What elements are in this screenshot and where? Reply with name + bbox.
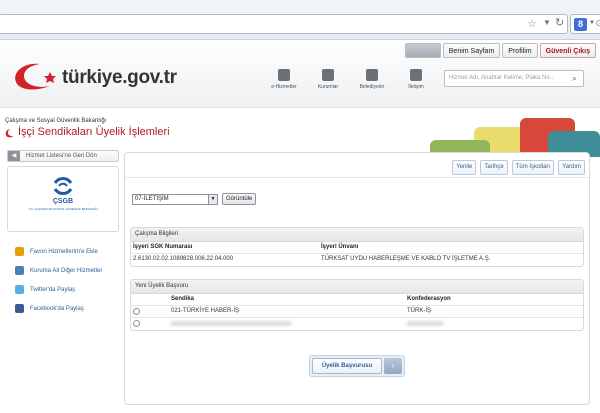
back-label: Hizmet Listesi'ne Geri Dön — [26, 153, 97, 159]
dropdown-arrow-icon[interactable]: ▼ — [543, 18, 551, 27]
column-header: Sendika — [171, 296, 195, 302]
nav-label: e-Hizmetler — [271, 84, 297, 90]
workplace-name: TÜRKSAT UYDU HABERLEŞME VE KABLO TV İŞLE… — [321, 256, 491, 262]
services-icon — [15, 266, 24, 275]
redacted-union — [171, 321, 291, 326]
table-row — [131, 318, 583, 330]
share-facebook-link[interactable]: Facebook'da Paylaş — [15, 299, 102, 318]
link-label: Favori Hizmetlerim'e Ekle — [30, 248, 98, 255]
organization-card: ÇSGB T.C. ÇALIŞMA VE SOSYAL GÜVENLİK BAK… — [7, 166, 119, 232]
section-title: Yeni Üyelik Başvuru — [131, 280, 583, 294]
work-info-section: Çalışma Bilgileri İşyeri SGK Numarası İş… — [130, 227, 584, 267]
column-header: İşyeri SGK Numarası — [133, 244, 193, 250]
nav-label: Kurumlar — [317, 84, 339, 90]
select-value: 07-İLETİŞİM — [135, 196, 169, 202]
reload-icon[interactable]: ↻ — [555, 16, 564, 29]
back-to-services-button[interactable]: ◀ Hizmet Listesi'ne Geri Dön — [7, 150, 119, 162]
municipalities-icon — [366, 69, 378, 81]
crescent-star-icon — [15, 63, 56, 90]
link-label: Facebook'da Paylaş — [30, 305, 84, 312]
page-root: ☆ ▼ ↻ 8 ▼ Go · Benim Sayfam Profilim Güv… — [0, 0, 600, 413]
add-to-favorites-link[interactable]: Favori Hizmetlerim'e Ekle — [15, 242, 102, 261]
address-bar[interactable] — [0, 14, 568, 34]
bookmark-star-icon[interactable]: ☆ — [527, 17, 537, 30]
site-header: · Benim Sayfam Profilim Güvenli Çıkış tü… — [0, 40, 600, 108]
e-services-icon — [278, 69, 290, 81]
action-bar: Yenile Tarihçe Tüm İşkolları Yardım — [125, 153, 589, 178]
chevron-down-icon: ▼ — [589, 20, 595, 26]
site-search-input[interactable]: Hizmet Adı, Anahtar Kelime, Plaka No... — [444, 70, 584, 87]
nav-institutions[interactable]: Kurumlar — [306, 69, 350, 90]
history-button[interactable]: Tarihçe — [480, 160, 508, 175]
union-radio[interactable] — [133, 308, 140, 315]
all-workplaces-button[interactable]: Tüm İşkolları — [511, 160, 555, 175]
table-row: 021-TÜRKİYE HABER-İŞ TÜRK-İŞ — [131, 306, 583, 318]
my-page-button[interactable]: Benim Sayfam — [442, 43, 501, 58]
help-button[interactable]: Yardım — [558, 160, 585, 175]
search-icon[interactable]: ⌕ — [572, 73, 577, 84]
apply-button-wrap: Üyelik Başvurusu › — [309, 355, 405, 377]
search-engine-icon: 8 — [574, 18, 587, 31]
union-radio[interactable] — [133, 320, 140, 327]
chevron-down-icon: ▼ — [208, 195, 217, 204]
show-button[interactable]: Görüntüle — [222, 193, 257, 205]
browser-search-box[interactable]: 8 ▼ Go — [570, 14, 600, 34]
username-button[interactable]: · — [404, 43, 441, 58]
top-links: · Benim Sayfam Profilim Güvenli Çıkış — [404, 43, 596, 58]
nav-label: İletişim — [408, 84, 424, 90]
csgb-logo-icon — [53, 177, 73, 195]
nav-e-services[interactable]: e-Hizmetler — [262, 69, 306, 90]
org-short-name: ÇSGB — [52, 198, 74, 205]
institutions-icon — [322, 69, 334, 81]
search-engine-label: Go — [596, 19, 600, 28]
nav-municipalities[interactable]: Belediyeler — [350, 69, 394, 90]
main-panel: Yenile Tarihçe Tüm İşkolları Yardım 07-İ… — [124, 152, 590, 405]
confederation-name: TÜRK-İŞ — [407, 308, 431, 314]
contact-icon — [410, 69, 422, 81]
nav-contact[interactable]: İletişim — [394, 69, 438, 90]
apply-membership-button[interactable]: Üyelik Başvurusu — [312, 358, 382, 374]
site-logo[interactable]: türkiye.gov.tr — [10, 60, 200, 94]
page-title: İşçi Sendikaları Üyelik İşlemleri — [18, 126, 170, 138]
profile-button[interactable]: Profilim — [502, 43, 538, 58]
chevron-left-icon: ◀ — [8, 151, 20, 161]
industry-select[interactable]: 07-İLETİŞİM ▼ — [132, 194, 218, 205]
nav-label: Belediyeler — [359, 84, 385, 90]
crescent-icon — [5, 129, 14, 138]
sgk-number: 2.6130.02.02.1089828.006.22.04.000 — [133, 256, 234, 262]
logo-text: türkiye.gov.tr — [62, 67, 177, 88]
chevron-right-icon[interactable]: › — [384, 358, 402, 374]
membership-section: Yeni Üyelik Başvuru Sendika Konfederasyo… — [130, 279, 584, 331]
table-header-row: Sendika Konfederasyon — [131, 294, 583, 306]
table-row: 2.6130.02.02.1089828.006.22.04.000 TÜRKS… — [131, 254, 583, 266]
redacted-confederation — [407, 321, 443, 326]
action-buttons: Yenile Tarihçe Tüm İşkolları Yardım — [452, 160, 585, 175]
side-links: Favori Hizmetlerim'e Ekle Kuruma Ait Diğ… — [15, 242, 102, 318]
logout-button[interactable]: Güvenli Çıkış — [539, 43, 596, 58]
section-title: Çalışma Bilgileri — [131, 228, 583, 242]
ministry-name: Çalışma ve Sosyal Güvenlik Bakanlığı — [5, 118, 107, 124]
twitter-icon — [15, 285, 24, 294]
column-header: İşyeri Ünvanı — [321, 244, 359, 250]
table-header-row: İşyeri SGK Numarası İşyeri Ünvanı — [131, 242, 583, 254]
column-header: Konfederasyon — [407, 296, 451, 302]
main-nav: e-Hizmetler Kurumlar Belediyeler İletişi… — [262, 69, 438, 90]
star-icon — [15, 247, 24, 256]
link-label: Twitter'da Paylaş — [30, 286, 76, 293]
share-twitter-link[interactable]: Twitter'da Paylaş — [15, 280, 102, 299]
other-services-link[interactable]: Kuruma Ait Diğer Hizmetler — [15, 261, 102, 280]
union-name: 021-TÜRKİYE HABER-İŞ — [171, 308, 240, 314]
link-label: Kuruma Ait Diğer Hizmetler — [30, 267, 103, 274]
browser-toolbar: ☆ ▼ ↻ 8 ▼ Go — [0, 0, 600, 40]
facebook-icon — [15, 304, 24, 313]
refresh-button[interactable]: Yenile — [452, 160, 477, 175]
org-full-name: T.C. ÇALIŞMA VE SOSYAL GÜVENLİK BAKANLIĞ… — [28, 207, 98, 211]
